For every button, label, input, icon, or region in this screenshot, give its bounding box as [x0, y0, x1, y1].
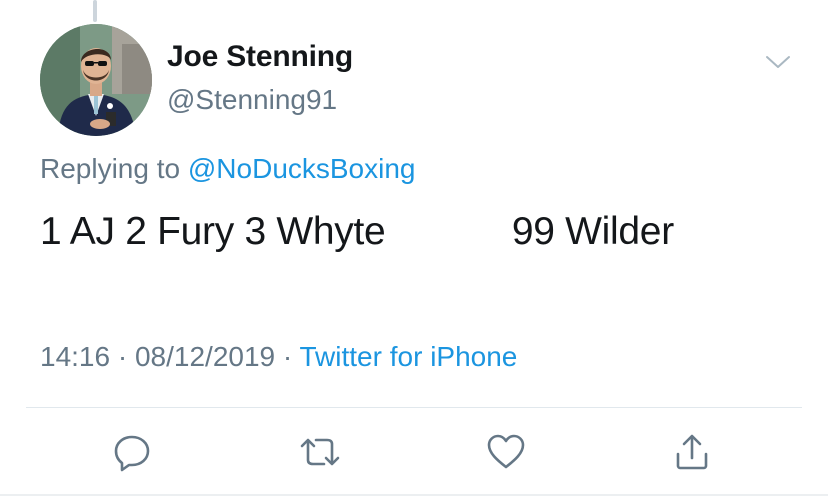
retweet-icon: [300, 438, 340, 466]
like-button[interactable]: [484, 430, 528, 474]
tweet-time: 14:16: [40, 341, 111, 372]
chevron-down-icon[interactable]: [764, 50, 792, 74]
like-icon: [487, 434, 525, 469]
tweet-meta: 14:16 · 08/12/2019 · Twitter for iPhone: [40, 341, 517, 373]
meta-separator: ·: [275, 341, 300, 372]
avatar[interactable]: [40, 24, 152, 136]
retweet-button[interactable]: [298, 430, 342, 474]
divider: [26, 407, 802, 408]
replying-to-line: Replying to @NoDucksBoxing: [40, 153, 416, 185]
thread-connector-line: [93, 0, 97, 22]
replying-to-label: Replying to: [40, 153, 181, 184]
user-handle[interactable]: @Stenning91: [167, 84, 337, 116]
meta-separator: ·: [110, 341, 135, 372]
reply-icon: [114, 435, 150, 472]
avatar-photo: [40, 24, 152, 136]
tweet-source-link[interactable]: Twitter for iPhone: [300, 341, 518, 372]
reply-mention-link[interactable]: @NoDucksBoxing: [188, 153, 416, 184]
reply-button[interactable]: [110, 430, 154, 474]
tweet-date: 08/12/2019: [134, 341, 276, 372]
tweet-text: 1 AJ 2 Fury 3 Whyte 99 Wilder: [40, 210, 674, 253]
user-display-name[interactable]: Joe Stenning: [167, 40, 353, 74]
share-button[interactable]: [670, 430, 714, 474]
share-icon: [676, 434, 708, 470]
